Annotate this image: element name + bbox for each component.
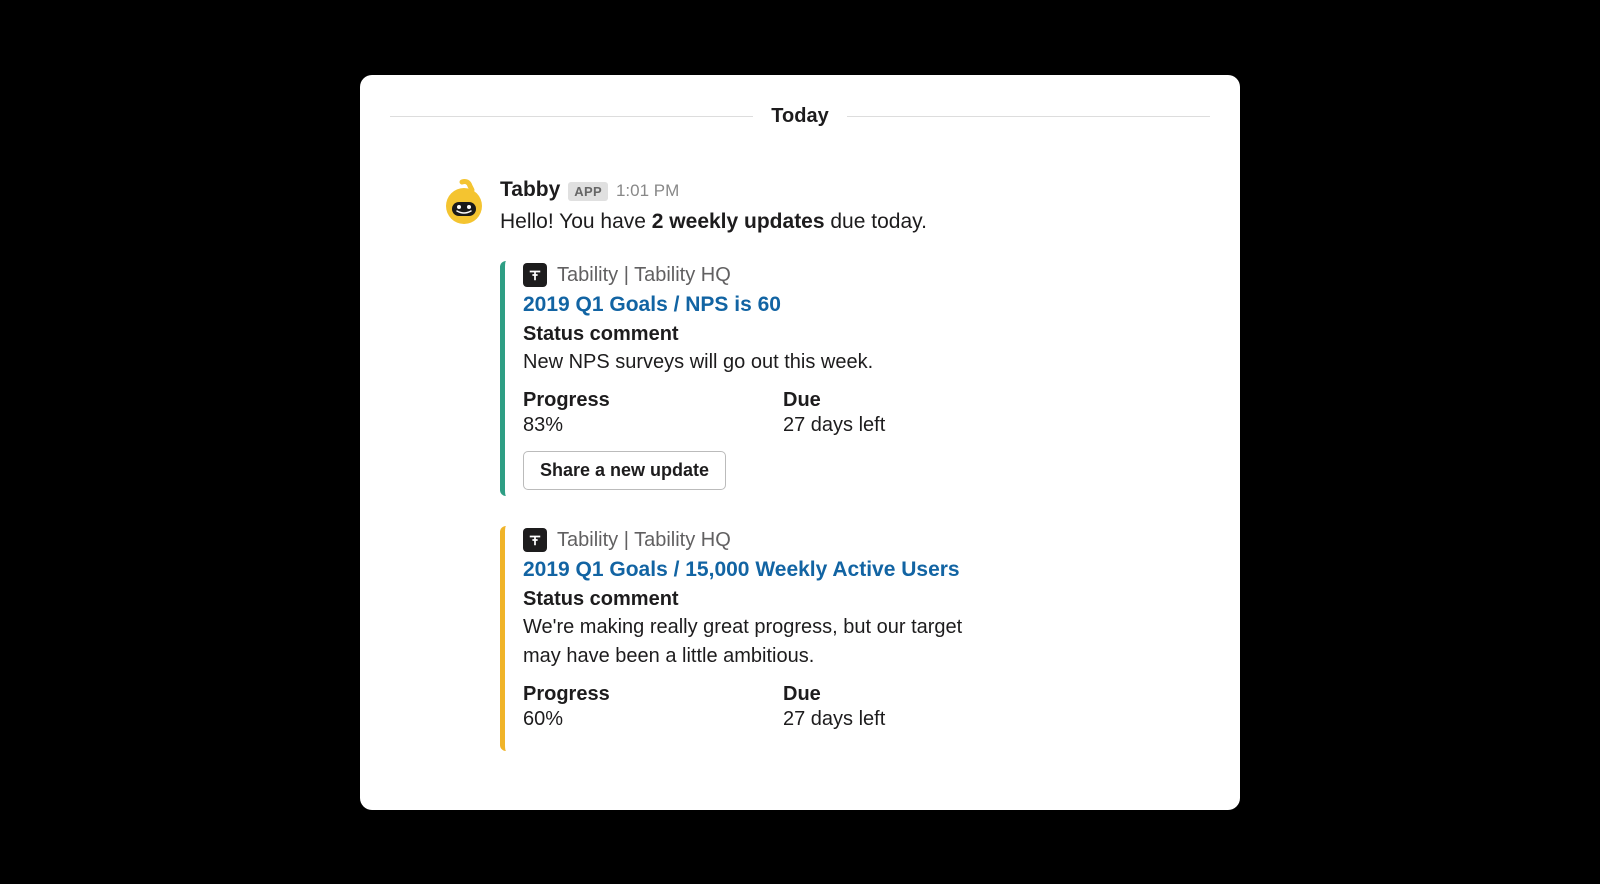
share-update-button[interactable]: Share a new update bbox=[523, 451, 726, 490]
attachment-fields: Progress 83% Due 27 days left bbox=[523, 389, 1160, 437]
status-comment-label: Status comment bbox=[523, 323, 1160, 346]
slack-card: Today Tabby APP 1:01 PM Hello! You have … bbox=[360, 75, 1240, 810]
message-body: Tabby APP 1:01 PM Hello! You have 2 week… bbox=[500, 178, 1160, 782]
source-text: Tability | Tability HQ bbox=[557, 529, 731, 552]
status-comment-text: New NPS surveys will go out this week. bbox=[523, 348, 1160, 377]
app-badge: APP bbox=[568, 182, 608, 201]
progress-value: 60% bbox=[523, 708, 643, 731]
attachment-title-link[interactable]: 2019 Q1 Goals / NPS is 60 bbox=[523, 293, 1160, 317]
message-text: Hello! You have 2 weekly updates due tod… bbox=[500, 206, 1160, 238]
message-timestamp: 1:01 PM bbox=[616, 181, 679, 201]
progress-value: 83% bbox=[523, 414, 643, 437]
attachment-source: Tability | Tability HQ bbox=[523, 263, 1160, 287]
due-label: Due bbox=[783, 389, 903, 412]
progress-field: Progress 83% bbox=[523, 389, 643, 437]
attachment-source: Tability | Tability HQ bbox=[523, 528, 1160, 552]
source-text: Tability | Tability HQ bbox=[557, 264, 731, 287]
due-field: Due 27 days left bbox=[783, 683, 903, 731]
message-row: Tabby APP 1:01 PM Hello! You have 2 week… bbox=[390, 178, 1210, 782]
attachment-title-link[interactable]: 2019 Q1 Goals / 15,000 Weekly Active Use… bbox=[523, 558, 1160, 582]
progress-label: Progress bbox=[523, 683, 643, 706]
tabby-avatar-icon bbox=[440, 178, 488, 226]
due-label: Due bbox=[783, 683, 903, 706]
date-divider: Today bbox=[390, 105, 1210, 128]
status-comment-text: We're making really great progress, but … bbox=[523, 613, 1003, 671]
divider-label: Today bbox=[753, 105, 846, 128]
due-value: 27 days left bbox=[783, 708, 903, 731]
message-text-bold: 2 weekly updates bbox=[652, 210, 825, 233]
message-header: Tabby APP 1:01 PM bbox=[500, 178, 1160, 202]
tability-icon bbox=[523, 528, 547, 552]
message-text-suffix: due today. bbox=[825, 210, 927, 233]
status-comment-label: Status comment bbox=[523, 588, 1160, 611]
due-value: 27 days left bbox=[783, 414, 903, 437]
progress-field: Progress 60% bbox=[523, 683, 643, 731]
attachment-fields: Progress 60% Due 27 days left bbox=[523, 683, 1160, 731]
sender-name: Tabby bbox=[500, 178, 560, 202]
due-field: Due 27 days left bbox=[783, 389, 903, 437]
attachment-block: Tability | Tability HQ 2019 Q1 Goals / N… bbox=[500, 261, 1160, 496]
attachment-block: Tability | Tability HQ 2019 Q1 Goals / 1… bbox=[500, 526, 1160, 751]
divider-line bbox=[390, 116, 753, 117]
divider-line bbox=[847, 116, 1210, 117]
message-text-prefix: Hello! You have bbox=[500, 210, 652, 233]
progress-label: Progress bbox=[523, 389, 643, 412]
tability-icon bbox=[523, 263, 547, 287]
